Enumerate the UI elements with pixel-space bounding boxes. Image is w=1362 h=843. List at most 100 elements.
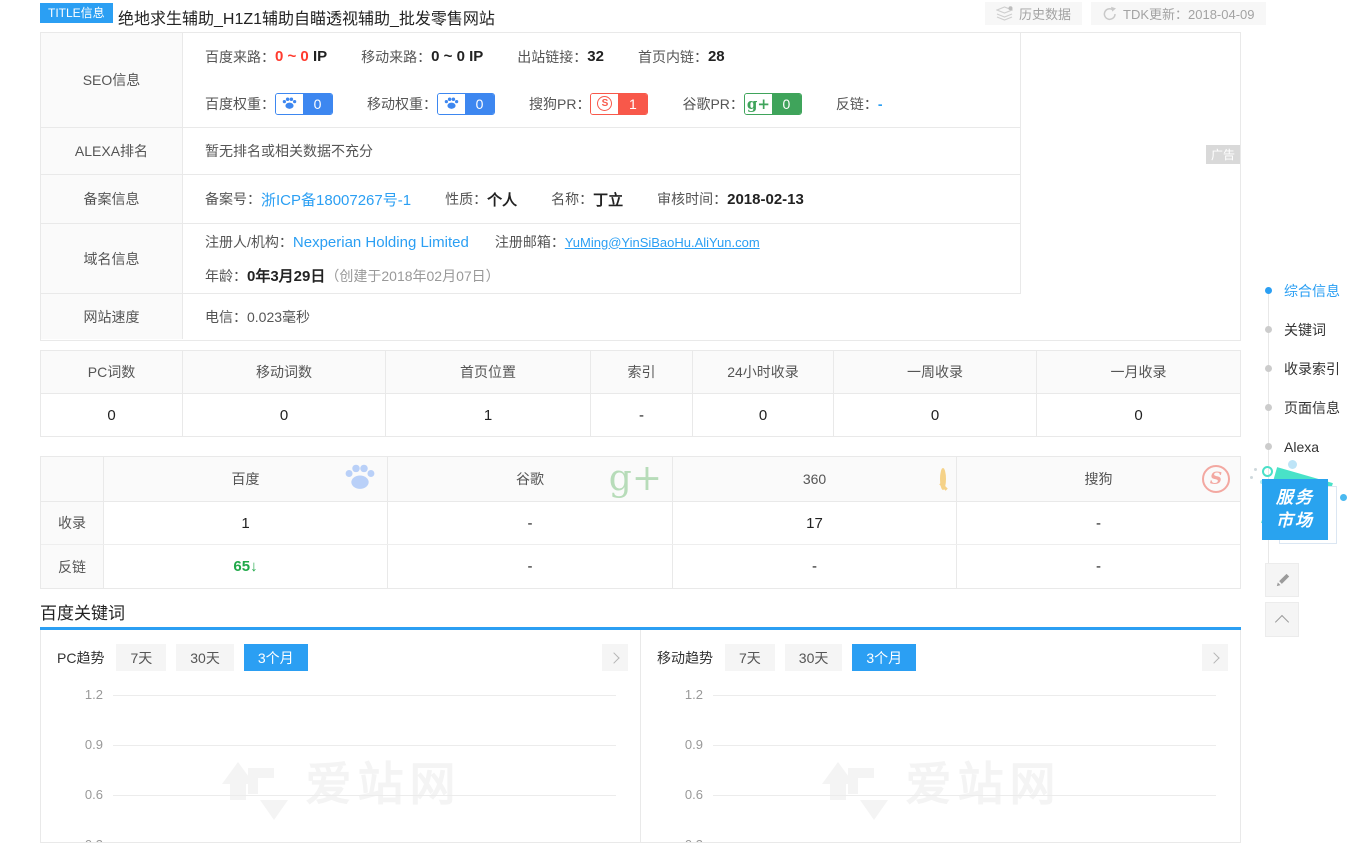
sidebar-item-page-info[interactable]: 页面信息	[1255, 388, 1359, 427]
registrant-link[interactable]: Nexperian Holding Limited	[293, 234, 469, 251]
mobile-visits-label: 移动来路：	[361, 47, 431, 67]
backlinks-row-label: 反链	[41, 545, 104, 588]
mobile-tab-30d[interactable]: 30天	[785, 644, 843, 671]
icp-number-link[interactable]: 浙ICP备18007267号-1	[261, 189, 411, 210]
sidebar-item-label: Alexa	[1284, 439, 1319, 455]
nav-dot	[1265, 443, 1272, 450]
gridline	[713, 695, 1216, 696]
speed-text: 电信：0.023毫秒	[205, 307, 310, 327]
stats-value-mobile-words: 0	[183, 394, 386, 436]
baidu-indexed-value[interactable]: 1	[104, 502, 388, 544]
sidebar-item-label: 关键词	[1284, 320, 1326, 340]
confetti-dot	[1250, 476, 1253, 479]
trend-down-arrow-icon: ↓	[250, 558, 258, 575]
stats-header-24h: 24小时收录	[693, 351, 834, 393]
title-info-badge: TITLE信息	[40, 3, 113, 23]
baidu-weight-badge[interactable]: 0	[275, 93, 333, 115]
engines-header-360: 360	[673, 457, 957, 501]
sidebar-item-keywords[interactable]: 关键词	[1255, 310, 1359, 349]
chevron-up-icon	[1275, 614, 1289, 628]
mobile-weight-label: 移动权重：	[367, 94, 437, 114]
aizhan-logo-icon	[220, 748, 292, 820]
speed-row: 网站速度 电信：0.023毫秒	[41, 294, 1240, 340]
back-to-top-button[interactable]	[1265, 602, 1299, 637]
stats-value-home-position: 1	[386, 394, 591, 436]
sogou-pr-badge[interactable]: S 1	[590, 93, 648, 115]
stats-value-row: 0 0 1 - 0 0 0	[41, 394, 1240, 436]
y-tick: 1.2	[663, 687, 703, 702]
anchor-nav: 综合信息 关键词 收录索引 页面信息 Alexa	[1255, 271, 1359, 466]
watermark-text: 爱站网	[306, 748, 462, 814]
360-indexed-value[interactable]: 17	[673, 502, 957, 544]
engines-header-baidu: 百度	[104, 457, 388, 501]
engines-header-sogou: 搜狗 S	[957, 457, 1240, 501]
reg-email-label: 注册邮箱：	[495, 232, 565, 252]
stats-header-mobile-words: 移动词数	[183, 351, 386, 393]
google-pr-value: 0	[772, 94, 801, 114]
pc-tab-7d[interactable]: 7天	[116, 644, 166, 671]
confetti-ring	[1262, 466, 1273, 477]
sogou-indexed-value: -	[957, 502, 1240, 544]
layers-icon	[996, 6, 1013, 21]
pc-tab-3m[interactable]: 3个月	[244, 644, 308, 671]
stats-header-index: 索引	[591, 351, 693, 393]
confetti-dot	[1254, 468, 1257, 471]
sogou-icon: S	[591, 94, 618, 114]
stats-value-month: 0	[1037, 394, 1240, 436]
ad-tag: 广告	[1206, 145, 1240, 164]
sogou-icon: S	[1202, 465, 1230, 493]
sidebar-item-overview[interactable]: 综合信息	[1255, 271, 1359, 310]
icp-nature-value: 个人	[487, 189, 517, 210]
backlinks-value[interactable]: -	[878, 96, 883, 112]
gridline	[113, 745, 616, 746]
tdk-update-button[interactable]: TDK更新：2018-04-09	[1091, 2, 1266, 25]
360-backlinks-value: -	[673, 545, 957, 588]
indexed-row-label: 收录	[41, 502, 104, 544]
pencil-icon	[1274, 572, 1291, 589]
history-data-button[interactable]: 历史数据	[985, 2, 1082, 25]
baidu-visits-label: 百度来路：	[205, 47, 275, 67]
service-market-badge[interactable]: 服务 市场	[1252, 460, 1352, 560]
domain-row: 域名信息 注册人/机构：Nexperian Holding Limited 注册…	[41, 224, 1020, 294]
chevron-right-icon	[1208, 652, 1219, 663]
google-pr-badge[interactable]: g+ 0	[744, 93, 802, 115]
seo-info-row: SEO信息 百度来路：0 ~ 0 IP 移动来路：0 ~ 0 IP 出站链接：3…	[41, 33, 1020, 128]
tdk-update-label: TDK更新：2018-04-09	[1123, 4, 1255, 23]
nav-dot	[1265, 365, 1272, 372]
icp-audit-value: 2018-02-13	[727, 191, 804, 208]
nav-dot	[1265, 404, 1272, 411]
mobile-tab-7d[interactable]: 7天	[725, 644, 775, 671]
sogou-pr-value: 1	[618, 94, 647, 114]
home-internal-links-label: 首页内链：	[638, 47, 708, 67]
mobile-tab-3m[interactable]: 3个月	[852, 644, 916, 671]
site-info-table: SEO信息 百度来路：0 ~ 0 IP 移动来路：0 ~ 0 IP 出站链接：3…	[40, 32, 1241, 341]
icp-row-label: 备案信息	[41, 175, 183, 223]
sidebar-item-index[interactable]: 收录索引	[1255, 349, 1359, 388]
y-tick: 0.3	[663, 837, 703, 843]
feedback-edit-button[interactable]	[1265, 563, 1299, 597]
badge-blue-square: 服务 市场	[1262, 479, 1328, 540]
sidebar-item-label: 页面信息	[1284, 398, 1340, 418]
pc-tab-30d[interactable]: 30天	[176, 644, 234, 671]
seo-weight-line: 百度权重： 0 移动权重：	[205, 80, 917, 127]
baidu-backlinks-value[interactable]: 65↓	[104, 545, 388, 588]
icp-row: 备案信息 备案号：浙ICP备18007267号-1 性质：个人 名称：丁立 审核…	[41, 175, 1020, 224]
page-title: 绝地求生辅助_H1Z1辅助自瞄透视辅助_批发零售网站	[118, 5, 495, 29]
mobile-weight-badge[interactable]: 0	[437, 93, 495, 115]
domain-age-label: 年龄：	[205, 266, 247, 286]
gridline	[713, 795, 1216, 796]
pc-trend-next-button[interactable]	[602, 644, 628, 671]
mobile-visits-value: 0 ~ 0	[431, 48, 465, 65]
seo-row-label: SEO信息	[41, 33, 183, 127]
gridline	[113, 795, 616, 796]
chevron-right-icon	[608, 652, 619, 663]
reg-email-link[interactable]: YuMing@YinSiBaoHu.AliYun.com	[565, 235, 760, 250]
watermark: 爱站网	[41, 748, 640, 820]
mobile-trend-next-button[interactable]	[1202, 644, 1228, 671]
engines-backlinks-row: 反链 65↓ - - -	[41, 545, 1240, 588]
watermark-text: 爱站网	[906, 748, 1062, 814]
alexa-row: ALEXA排名 暂无排名或相关数据不充分	[41, 128, 1020, 175]
market-label-line2: 市场	[1276, 510, 1314, 533]
nav-dot	[1265, 326, 1272, 333]
y-tick: 0.3	[63, 837, 103, 843]
